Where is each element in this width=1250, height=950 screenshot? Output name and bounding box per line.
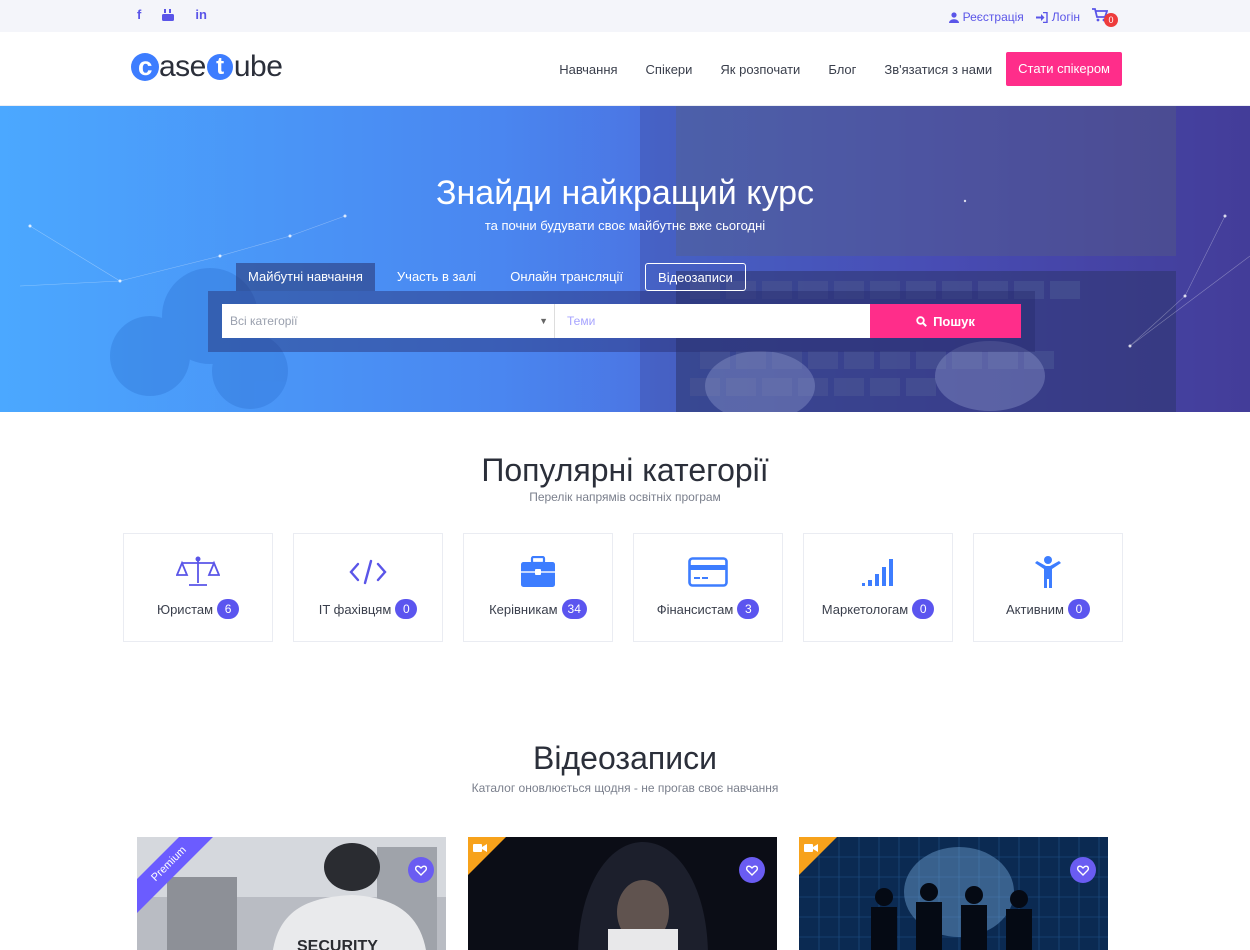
hero-title: Знайди найкращий курс bbox=[435, 174, 815, 212]
sign-in-icon bbox=[1035, 11, 1048, 23]
video-camera-icon bbox=[804, 844, 818, 852]
category-select-value: Всі категорії bbox=[230, 314, 298, 328]
account-links: Реєстрація Логін 0 bbox=[948, 8, 1118, 27]
site-logo[interactable]: c ase t ube bbox=[131, 50, 283, 84]
site-header: c ase t ube Навчання Спікери Як розпочати Б… bbox=[0, 32, 1250, 106]
user-icon bbox=[948, 11, 959, 23]
video-card[interactable] bbox=[799, 837, 1108, 950]
topic-input[interactable] bbox=[555, 304, 870, 338]
video-camera-icon bbox=[473, 844, 487, 852]
hero-subtitle: та почни будувати своє майбутнє вже сьог… bbox=[484, 218, 766, 233]
nav-item-speakers[interactable]: Спікери bbox=[646, 62, 693, 77]
facebook-icon[interactable]: f bbox=[137, 7, 141, 22]
videos-title: Відеозаписи bbox=[533, 740, 717, 776]
tab-video-recordings[interactable]: Відеозаписи bbox=[645, 263, 746, 291]
nav-item-contact[interactable]: Зв'язатися з нами bbox=[884, 62, 992, 77]
become-speaker-button[interactable]: Стати спікером bbox=[1006, 52, 1122, 86]
category-count-badge: 6 bbox=[217, 599, 240, 619]
hero-background-image bbox=[19, 106, 1250, 412]
category-card-it[interactable]: IT фахівцям 0 bbox=[293, 533, 443, 642]
category-count-badge: 34 bbox=[561, 599, 587, 619]
search-button-label: Пошук bbox=[933, 313, 975, 329]
cart-count-badge: 0 bbox=[1104, 13, 1118, 27]
logo-c-mark: c bbox=[131, 53, 159, 81]
tab-in-hall[interactable]: Участь в залі bbox=[385, 263, 488, 291]
logo-t-mark: t bbox=[206, 54, 233, 80]
category-label: Фінансистам bbox=[656, 601, 734, 617]
linkedin-icon[interactable]: in bbox=[195, 7, 207, 22]
category-card-active[interactable]: Активним 0 bbox=[973, 533, 1123, 642]
caret-down-icon: ▼ bbox=[539, 316, 548, 326]
video-card[interactable] bbox=[468, 837, 777, 950]
category-card-financiers[interactable]: Фінансистам 3 bbox=[633, 533, 783, 642]
category-card-marketers[interactable]: Маркетологам 0 bbox=[803, 533, 953, 642]
category-label: IT фахівцям bbox=[318, 601, 392, 617]
logo-text-ase: ase bbox=[159, 50, 206, 83]
category-label: Маркетологам bbox=[821, 601, 909, 617]
login-link[interactable]: Логін bbox=[1035, 10, 1080, 24]
svg-text:SECURITY: SECURITY bbox=[297, 938, 378, 950]
hooded-person-photo bbox=[468, 837, 777, 950]
hero-tabs: Майбутні навчання Участь в залі Онлайн т… bbox=[236, 263, 756, 291]
favorite-button[interactable] bbox=[739, 857, 765, 883]
heart-icon bbox=[1077, 864, 1089, 876]
category-card-managers[interactable]: Керівникам 34 bbox=[463, 533, 613, 642]
search-panel: Всі категорії ▼ Пошук bbox=[208, 291, 1035, 352]
favorite-button[interactable] bbox=[1070, 857, 1096, 883]
search-button[interactable]: Пошук bbox=[870, 304, 1021, 338]
youtube-icon[interactable] bbox=[161, 8, 175, 22]
person-icon bbox=[1035, 556, 1061, 588]
video-card[interactable]: SECURITY Premium bbox=[137, 837, 446, 950]
category-count-badge: 0 bbox=[395, 599, 418, 619]
favorite-button[interactable] bbox=[408, 857, 434, 883]
credit-card-icon bbox=[688, 557, 728, 587]
hero-banner: Знайди найкращий курс та почни будувати … bbox=[0, 106, 1250, 412]
category-label: Активним bbox=[1005, 601, 1064, 617]
category-label: Керівникам bbox=[489, 601, 558, 617]
register-label: Реєстрація bbox=[962, 10, 1024, 24]
tab-upcoming-training[interactable]: Майбутні навчання bbox=[236, 263, 375, 291]
code-icon bbox=[349, 559, 387, 585]
category-count-badge: 0 bbox=[1068, 599, 1090, 619]
nav-item-how-to-start[interactable]: Як розпочати bbox=[720, 62, 800, 77]
categories-title: Популярні категорії bbox=[481, 452, 769, 488]
scales-icon bbox=[176, 556, 220, 586]
category-select[interactable]: Всі категорії ▼ bbox=[222, 304, 555, 338]
nav-item-blog[interactable]: Блог bbox=[828, 62, 856, 77]
heart-icon bbox=[746, 864, 758, 876]
category-count-badge: 0 bbox=[912, 599, 935, 619]
category-list: Юристам 6 IT фахівцям 0 Керівникам 34 Фінан… bbox=[123, 533, 1123, 642]
category-count-badge: 3 bbox=[737, 599, 760, 619]
login-label: Логін bbox=[1051, 10, 1080, 24]
search-icon bbox=[916, 315, 927, 327]
cart-button[interactable]: 0 bbox=[1092, 8, 1118, 27]
business-silhouettes-photo bbox=[799, 837, 1108, 950]
videos-subtitle: Каталог оновлюється щодня - не прогав св… bbox=[471, 781, 779, 795]
register-link[interactable]: Реєстрація bbox=[948, 10, 1024, 24]
tab-online-streams[interactable]: Онлайн трансляції bbox=[498, 263, 635, 291]
category-card-lawyers[interactable]: Юристам 6 bbox=[123, 533, 273, 642]
category-label: Юристам bbox=[156, 601, 214, 617]
video-card-list: SECURITY Premium bbox=[137, 837, 1108, 950]
briefcase-icon bbox=[521, 556, 555, 587]
logo-text-ube: ube bbox=[233, 50, 283, 83]
top-bar: f in Реєстрація Логін 0 bbox=[0, 0, 1250, 32]
heart-icon bbox=[415, 864, 427, 876]
categories-subtitle: Перелік напрямів освітніх програм bbox=[529, 490, 721, 504]
signal-bars-icon bbox=[862, 559, 893, 586]
nav-item-training[interactable]: Навчання bbox=[559, 62, 617, 77]
social-links: f in bbox=[137, 7, 207, 22]
main-nav: Навчання Спікери Як розпочати Блог Зв'яз… bbox=[531, 52, 1122, 86]
